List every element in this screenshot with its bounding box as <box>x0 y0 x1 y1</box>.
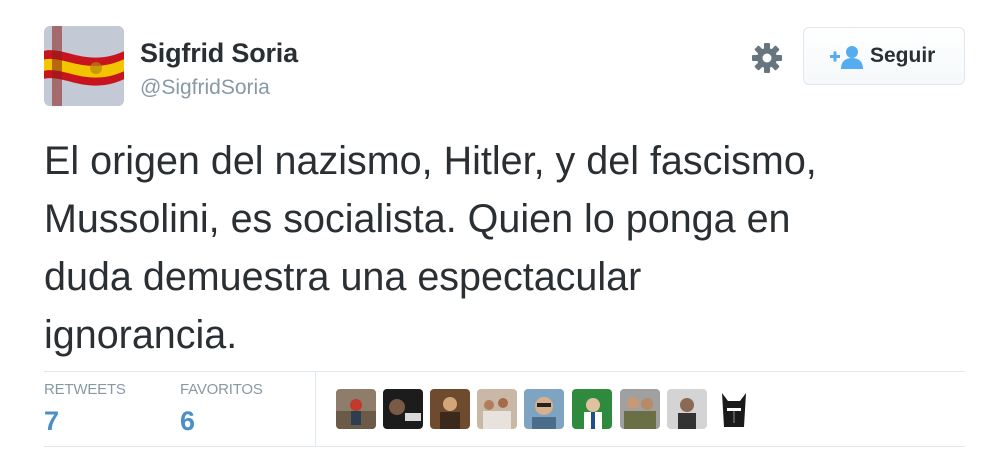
tweet-line: duda demuestra una espectacular <box>44 255 642 299</box>
favoriter-avatar-7[interactable] <box>620 389 660 429</box>
stats-top-divider <box>44 371 965 372</box>
stats-separator <box>315 372 316 446</box>
user-avatar-icon <box>336 389 376 429</box>
user-avatar-icon <box>430 389 470 429</box>
user-avatar-icon <box>477 389 517 429</box>
follow-button-label: Seguir <box>870 44 936 67</box>
user-avatar-icon <box>383 389 423 429</box>
follow-button[interactable]: Seguir <box>803 27 965 85</box>
favoriter-avatar-4[interactable] <box>477 389 517 429</box>
favoriter-avatar-9[interactable] <box>714 389 754 429</box>
user-avatar-icon <box>620 389 660 429</box>
retweets-count: 7 <box>44 406 60 436</box>
user-avatar-icon <box>524 389 564 429</box>
tweet-line: El origen del nazismo, Hitler, y del fas… <box>44 139 817 183</box>
favorites-count: 6 <box>180 406 196 436</box>
favoriter-avatar-1[interactable] <box>336 389 376 429</box>
retweets-label: RETWEETS <box>44 381 126 398</box>
favoriter-avatar-6[interactable] <box>572 389 612 429</box>
spanish-flag-avatar-icon <box>44 26 124 106</box>
follow-user-icon <box>830 46 863 69</box>
user-avatar-icon <box>572 389 612 429</box>
gear-icon[interactable] <box>751 42 783 74</box>
favorites-label: FAVORITOS <box>180 381 263 398</box>
tweet-text: El origen del nazismo, Hitler, y del fas… <box>44 132 974 364</box>
favoriter-avatar-8[interactable] <box>667 389 707 429</box>
retweets-stat[interactable]: RETWEETS 7 <box>44 381 126 437</box>
favoriter-avatar-2[interactable] <box>383 389 423 429</box>
helmet-avatar-icon <box>714 389 754 429</box>
user-avatar-icon <box>667 389 707 429</box>
profile-avatar[interactable] <box>44 26 124 106</box>
favoriter-avatar-3[interactable] <box>430 389 470 429</box>
display-name[interactable]: Sigfrid Soria <box>140 38 298 69</box>
tweet-line: Mussolini, es socialista. Quien lo ponga… <box>44 197 791 241</box>
favorites-stat[interactable]: FAVORITOS 6 <box>180 381 263 437</box>
favoriter-avatar-5[interactable] <box>524 389 564 429</box>
username-handle[interactable]: @SigfridSoria <box>140 76 270 100</box>
stats-bottom-divider <box>44 446 965 447</box>
tweet-line: ignorancia. <box>44 313 238 357</box>
